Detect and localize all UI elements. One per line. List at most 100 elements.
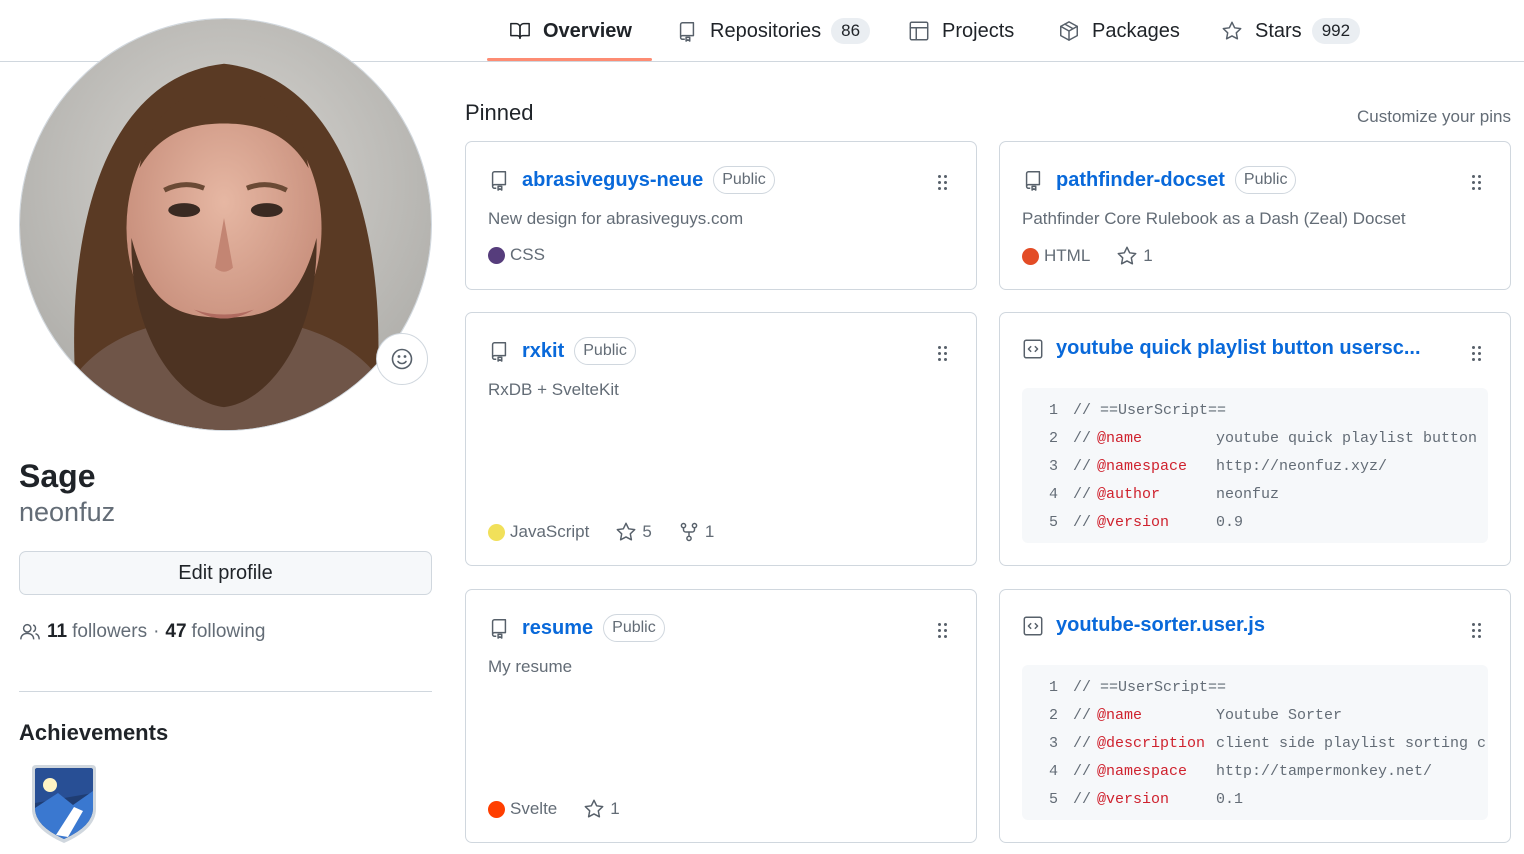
- tab-packages[interactable]: Packages: [1058, 0, 1180, 62]
- star-icon: [1117, 246, 1137, 265]
- code-value: neonfuz: [1216, 486, 1280, 503]
- drag-handle-icon[interactable]: [1472, 175, 1482, 191]
- achievement-badge[interactable]: [28, 763, 100, 845]
- drag-handle-icon[interactable]: [938, 175, 948, 191]
- card-header: youtube quick playlist button usersc...: [1022, 337, 1421, 360]
- code-comment: // ==UserScript==: [1073, 679, 1227, 696]
- line-number: 2: [1048, 707, 1058, 724]
- set-status-button[interactable]: [376, 333, 428, 385]
- code-line: 3 // @description client side playlist sort…: [1022, 735, 1488, 755]
- language: Svelte: [488, 799, 557, 819]
- code-line: 2 // @name Youtube Sorter: [1022, 707, 1488, 727]
- repo-description: New design for abrasiveguys.com: [488, 209, 744, 228]
- pinned-gist-card: youtube-sorter.user.js 1 // ==UserScript=…: [999, 589, 1511, 843]
- code-keyword: @name: [1097, 707, 1143, 724]
- code-line: 3 // @namespace http://neonfuz.xyz/: [1022, 458, 1488, 478]
- pinned-card: pathfinder-docset Public Pathfinder Core…: [999, 141, 1511, 290]
- line-number: 2: [1048, 430, 1058, 447]
- repo-name-link[interactable]: pathfinder-docset: [1056, 169, 1225, 192]
- line-number: 3: [1048, 735, 1058, 752]
- people-icon: [20, 623, 40, 640]
- sidebar-divider: [19, 691, 432, 692]
- code-value: client side playlist sorting c: [1216, 735, 1487, 752]
- gist-name-link[interactable]: youtube-sorter.user.js: [1056, 614, 1265, 637]
- code-keyword: @version: [1097, 791, 1170, 808]
- tab-stars[interactable]: Stars 992: [1221, 0, 1361, 62]
- tab-stars-label: Stars: [1255, 19, 1302, 42]
- code-keyword: @name: [1097, 430, 1143, 447]
- repo-meta: Svelte 1: [488, 798, 646, 820]
- drag-handle-icon[interactable]: [938, 346, 948, 362]
- tab-overview[interactable]: Overview: [509, 0, 632, 62]
- code-line: 1 // ==UserScript==: [1022, 402, 1488, 422]
- language: CSS: [488, 245, 545, 265]
- line-number: 3: [1048, 458, 1058, 475]
- repo-name-link[interactable]: rxkit: [522, 340, 564, 363]
- star-icon: [1222, 21, 1242, 40]
- drag-handle-icon[interactable]: [1472, 346, 1482, 362]
- follow-stats: 11 followers · 47 following: [19, 621, 265, 643]
- stargazers-link[interactable]: 1: [1116, 245, 1153, 267]
- repo-name-link[interactable]: abrasiveguys-neue: [522, 169, 703, 192]
- package-icon: [1060, 21, 1078, 41]
- code-keyword: @description: [1097, 735, 1206, 752]
- customize-pins-link[interactable]: Customize your pins: [1357, 107, 1511, 127]
- profile-display-name: Sage: [19, 458, 96, 494]
- language: HTML: [1022, 246, 1090, 266]
- pinned-card: abrasiveguys-neue Public New design for …: [465, 141, 977, 290]
- fork-count: 1: [704, 522, 715, 541]
- pinned-heading: Pinned: [465, 100, 534, 125]
- line-number: 5: [1048, 791, 1058, 808]
- smiley-icon: [391, 348, 413, 370]
- line-number: 4: [1048, 763, 1058, 780]
- repo-description: My resume: [488, 657, 573, 676]
- drag-handle-icon[interactable]: [1472, 623, 1482, 639]
- pinned-gist-card: youtube quick playlist button usersc... …: [999, 312, 1511, 566]
- visibility-badge: Public: [574, 337, 636, 365]
- code-square-icon: [1023, 616, 1043, 635]
- card-header: abrasiveguys-neue Public: [488, 166, 775, 194]
- tab-repositories[interactable]: Repositories 86: [676, 0, 871, 62]
- stars-count-badge: 992: [1311, 18, 1361, 44]
- achievements-heading: Achievements: [19, 720, 169, 745]
- language: JavaScript: [488, 522, 589, 542]
- fork-icon: [680, 522, 698, 542]
- profile-username: neonfuz: [19, 497, 116, 527]
- repo-meta: HTML 1: [1022, 245, 1179, 267]
- following-link[interactable]: 47 following: [165, 621, 265, 643]
- repo-name-link[interactable]: resume: [522, 617, 593, 640]
- active-tab-indicator: [487, 58, 652, 61]
- line-number: 1: [1048, 402, 1058, 419]
- gist-name-link[interactable]: youtube quick playlist button usersc...: [1056, 337, 1421, 360]
- table-icon: [909, 21, 929, 41]
- code-comment: // ==UserScript==: [1073, 402, 1227, 419]
- stargazers-link[interactable]: 5: [615, 521, 652, 543]
- code-comment: //: [1073, 763, 1092, 780]
- stargazers-link[interactable]: 1: [583, 798, 620, 820]
- tab-projects[interactable]: Projects: [908, 0, 1014, 62]
- code-comment: //: [1073, 430, 1092, 447]
- star-icon: [616, 522, 636, 541]
- star-count: 1: [1143, 246, 1153, 265]
- code-value: youtube quick playlist button: [1216, 430, 1478, 447]
- forks-link[interactable]: 1: [678, 521, 714, 543]
- repo-meta: CSS: [488, 245, 571, 265]
- drag-handle-icon[interactable]: [938, 623, 948, 639]
- follow-separator: ·: [153, 621, 160, 642]
- card-header: resume Public: [488, 614, 665, 642]
- avatar[interactable]: [19, 18, 432, 431]
- language-color-dot: [488, 246, 505, 264]
- repo-icon: [1025, 171, 1041, 191]
- followers-label: followers: [72, 621, 148, 642]
- code-preview: 1 // ==UserScript== 2 // @name Youtube Sorte…: [1022, 665, 1488, 820]
- pinned-card: resume Public My resume Svelte 1: [465, 589, 977, 843]
- language-name: HTML: [1044, 246, 1091, 265]
- code-keyword: @namespace: [1097, 458, 1188, 475]
- edit-profile-button[interactable]: Edit profile: [19, 551, 432, 595]
- tab-projects-label: Projects: [942, 19, 1015, 42]
- line-number: 4: [1048, 486, 1058, 503]
- repo-icon: [491, 171, 507, 191]
- code-value: http://neonfuz.xyz/: [1216, 458, 1388, 475]
- followers-link[interactable]: 11 followers: [47, 621, 147, 643]
- star-icon: [584, 799, 604, 818]
